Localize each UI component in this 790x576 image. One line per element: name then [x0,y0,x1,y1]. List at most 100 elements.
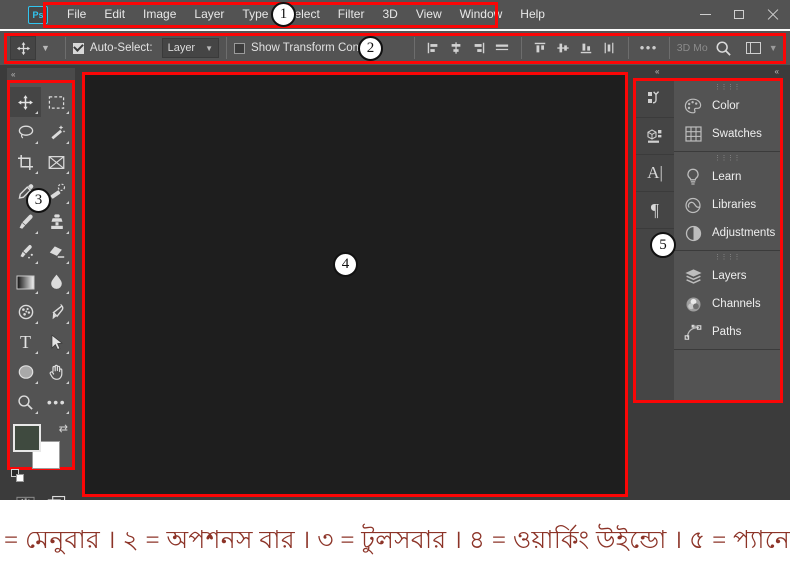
properties-3d-icon[interactable] [636,118,674,155]
panel-empty-space [674,350,780,400]
options-divider-3 [413,37,415,59]
close-button[interactable] [756,3,790,27]
swap-colors-icon[interactable]: ⇄ [59,422,68,435]
ellipse-tool[interactable] [10,357,41,387]
show-transform-checkbox[interactable] [234,42,246,54]
eraser-tool[interactable] [41,237,72,267]
toolbar-collapse-handle[interactable]: « [7,68,75,80]
align-horizontal-group [422,36,514,60]
channels-icon [683,294,703,314]
align-bottom-edges-icon[interactable] [575,36,598,60]
blur-tool[interactable] [41,267,72,297]
panel-item-paths[interactable]: Paths [674,318,780,346]
frame-tool[interactable] [41,147,72,177]
workspace-chevron-icon[interactable]: ▼ [769,43,778,53]
dodge-tool[interactable] [10,297,41,327]
pen-tool[interactable] [41,297,72,327]
panel-item-swatches[interactable]: Swatches [674,120,780,148]
clone-stamp-tool[interactable] [41,207,72,237]
path-selection-tool[interactable] [41,327,72,357]
auto-select-option[interactable]: Auto-Select: [72,42,153,54]
mode-3d-label: 3D Mo [676,42,708,54]
align-vertical-group [529,36,621,60]
paragraph-icon[interactable]: ¶ [636,192,674,229]
tools-panel-wrapper: « T ••• ⇄ [7,68,75,515]
panel-group-color: ⋮⋮⋮⋮ Color Swatches [674,81,780,152]
menu-item-edit[interactable]: Edit [95,0,134,29]
edit-toolbar-button[interactable]: ••• [41,387,72,417]
menu-item-window[interactable]: Window [451,0,512,29]
working-window[interactable] [82,72,628,497]
auto-select-label: Auto-Select: [89,42,153,54]
tool-more-indicator [66,141,69,144]
rectangular-marquee-tool[interactable] [41,87,72,117]
menu-item-help[interactable]: Help [511,0,554,29]
align-left-edges-icon[interactable] [422,36,445,60]
panel-item-learn[interactable]: Learn [674,163,780,191]
distribute-vertically-icon[interactable] [598,36,621,60]
panel-item-label: Swatches [712,128,762,140]
menu-item-layer[interactable]: Layer [185,0,233,29]
close-icon [767,9,779,21]
panel-stack: ⋮⋮⋮⋮ Color Swatches ⋮⋮⋮⋮ Learn Libraries… [674,81,780,400]
menu-item-image[interactable]: Image [134,0,185,29]
tool-more-indicator [66,351,69,354]
auto-select-scope-dropdown[interactable]: Layer ▼ [161,38,220,58]
auto-select-checkbox[interactable] [72,42,84,54]
tool-preset-chevron-icon[interactable]: ▼ [41,43,50,53]
foreground-color-swatch[interactable] [13,424,41,452]
panel-item-color[interactable]: Color [674,92,780,120]
hand-tool[interactable] [41,357,72,387]
magic-wand-tool[interactable] [41,117,72,147]
panel-item-libraries[interactable]: Libraries [674,191,780,219]
history-icon[interactable] [636,81,674,118]
options-divider-4 [520,37,522,59]
default-colors-icon[interactable] [11,469,24,482]
search-icon[interactable] [711,36,737,60]
adjustments-icon [683,223,703,243]
panel-group-handle-2[interactable]: ⋮⋮⋮⋮ [674,152,780,163]
more-options-button[interactable]: ••• [636,36,662,60]
horizontal-type-tool[interactable]: T [10,327,41,357]
tool-more-indicator [66,411,69,414]
lasso-tool[interactable] [10,117,41,147]
menu-item-filter[interactable]: Filter [329,0,374,29]
color-palette-icon [683,96,703,116]
menu-item-view[interactable]: View [407,0,451,29]
menu-bar: Ps File Edit Image Layer Type Select Fil… [0,0,790,29]
align-right-edges-icon[interactable] [468,36,491,60]
canvas-area[interactable] [85,75,625,494]
history-brush-tool[interactable] [10,237,41,267]
panel-group-handle-3[interactable]: ⋮⋮⋮⋮ [674,251,780,262]
panel-item-label: Layers [712,270,747,282]
panel-group-handle-1[interactable]: ⋮⋮⋮⋮ [674,81,780,92]
align-horizontal-centers-icon[interactable] [445,36,468,60]
move-tool[interactable] [10,87,41,117]
workspace: « T ••• ⇄ « « A| ¶ ⋮⋮⋮⋮ Color Swatches ⋮… [0,65,790,515]
align-top-edges-icon[interactable] [529,36,552,60]
panel-item-layers[interactable]: Layers [674,262,780,290]
crop-tool[interactable] [10,147,41,177]
workspace-switcher-icon[interactable] [741,36,767,60]
panel-item-adjustments[interactable]: Adjustments [674,219,780,247]
menu-item-3d[interactable]: 3D [373,0,406,29]
character-icon[interactable]: A| [636,155,674,192]
tool-more-indicator [66,381,69,384]
photoshop-logo-icon: Ps [28,5,48,24]
tool-more-indicator [35,291,38,294]
panel-item-channels[interactable]: Channels [674,290,780,318]
gradient-tool[interactable] [10,267,41,297]
auto-select-scope-value: Layer [167,42,196,54]
maximize-button[interactable] [722,3,756,27]
distribute-horizontally-icon[interactable] [491,36,514,60]
tool-more-indicator [66,291,69,294]
active-tool-icon[interactable] [10,36,36,60]
menu-item-file[interactable]: File [58,0,95,29]
color-swatches: ⇄ [10,422,72,484]
callout-badge-2: 2 [358,36,383,61]
minimize-button[interactable] [688,3,722,27]
options-bar: ▼ Auto-Select: Layer ▼ Show Transform Co… [0,31,790,65]
align-vertical-centers-icon[interactable] [552,36,575,60]
minimize-icon [699,14,711,15]
zoom-tool[interactable] [10,387,41,417]
